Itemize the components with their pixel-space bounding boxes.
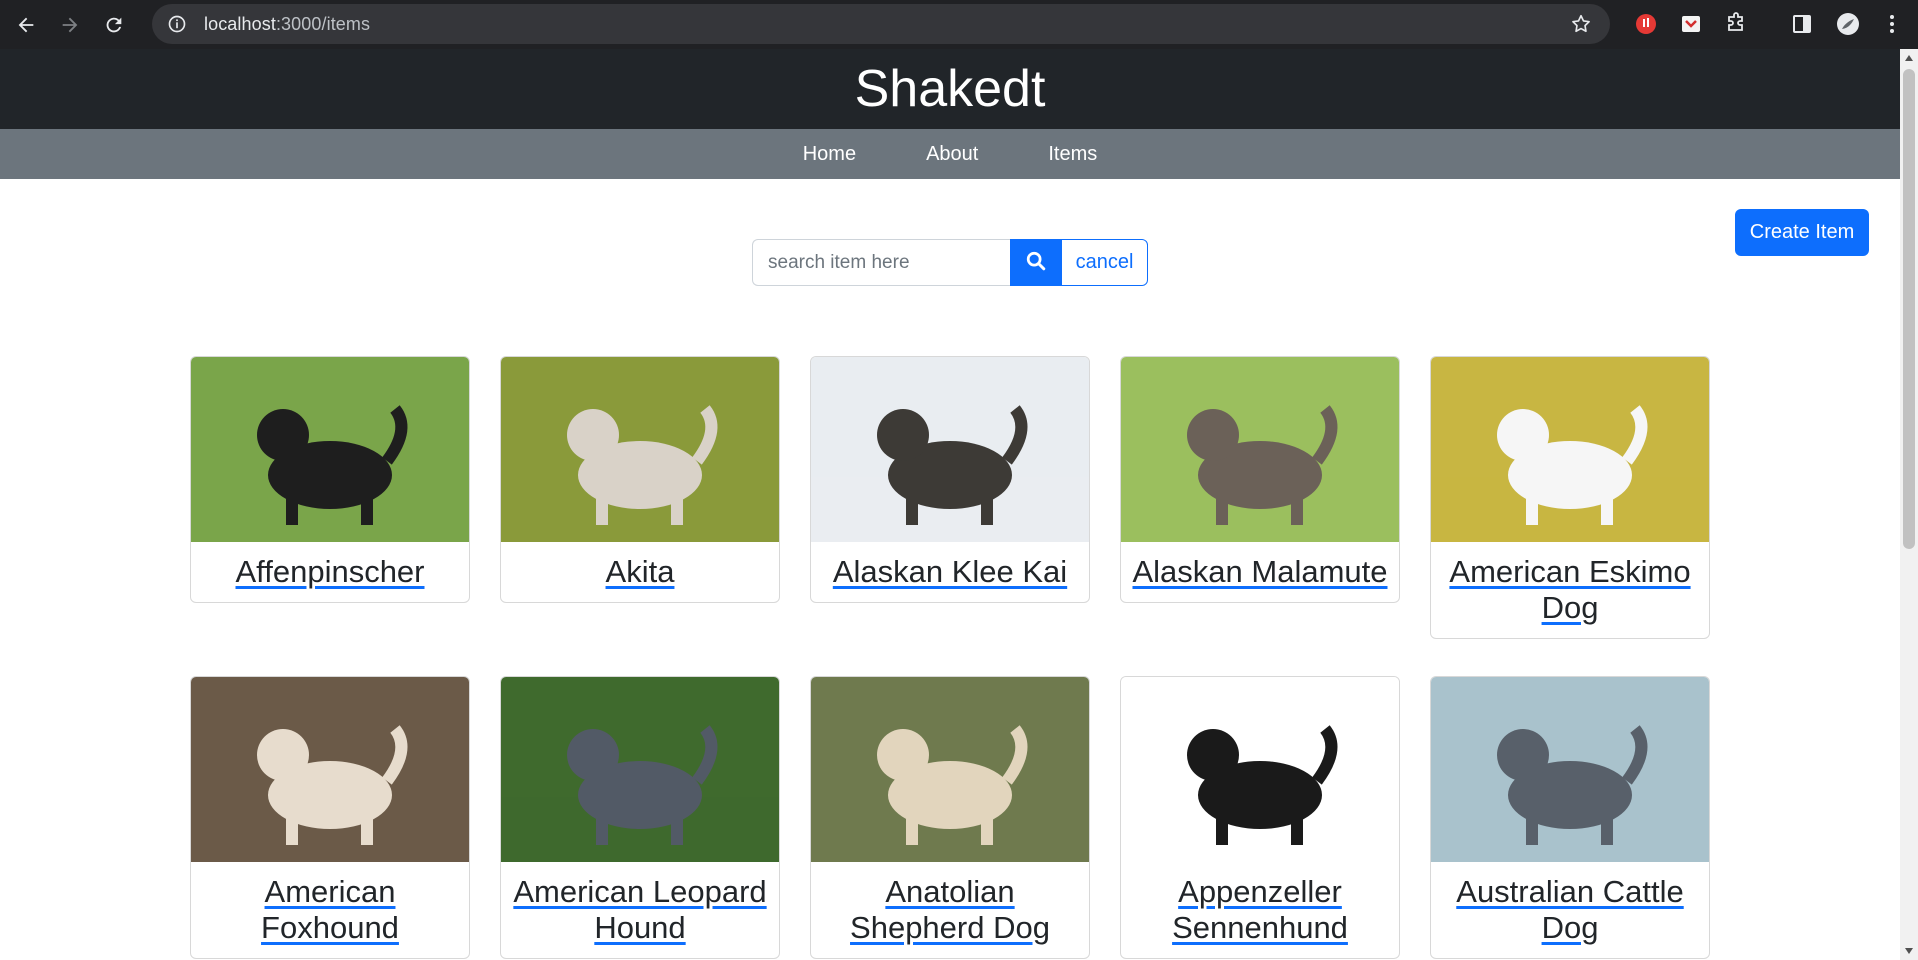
forward-icon[interactable]	[52, 7, 88, 43]
item-link[interactable]: American Foxhound	[261, 874, 399, 945]
browser-toolbar: localhost:3000/items	[0, 0, 1918, 49]
item-card: American Leopard Hound	[500, 676, 780, 959]
search-button[interactable]	[1010, 239, 1061, 286]
create-item-button[interactable]: Create Item	[1735, 209, 1869, 256]
item-image[interactable]	[811, 357, 1089, 542]
page-scrollbar[interactable]	[1900, 49, 1918, 960]
item-card: American Foxhound	[190, 676, 470, 959]
item-title: Alaskan Klee Kai	[811, 542, 1089, 602]
item-card: American Eskimo Dog	[1430, 356, 1710, 639]
item-card: Anatolian Shepherd Dog	[810, 676, 1090, 959]
item-card: Appenzeller Sennenhund	[1120, 676, 1400, 959]
item-title: American Eskimo Dog	[1431, 542, 1709, 638]
item-link[interactable]: American Leopard Hound	[513, 874, 766, 945]
item-link[interactable]: Australian Cattle Dog	[1456, 874, 1683, 945]
scrollbar-thumb[interactable]	[1903, 69, 1915, 549]
nav-items[interactable]: Items	[1048, 143, 1097, 166]
item-card: Akita	[500, 356, 780, 603]
item-image[interactable]	[191, 357, 469, 542]
search-group: cancel	[752, 239, 1148, 286]
item-title: Anatolian Shepherd Dog	[811, 862, 1089, 958]
item-image[interactable]	[501, 357, 779, 542]
back-icon[interactable]	[8, 7, 44, 43]
item-image[interactable]	[811, 677, 1089, 862]
extensions-puzzle-icon[interactable]	[1720, 8, 1752, 40]
search-input[interactable]	[752, 239, 1010, 286]
page: Shakedt Home About Items Create Item can…	[0, 49, 1900, 960]
item-title: Affenpinscher	[191, 542, 469, 602]
item-link[interactable]: Anatolian Shepherd Dog	[850, 874, 1050, 945]
item-link[interactable]: Alaskan Klee Kai	[833, 554, 1067, 589]
item-image[interactable]	[1431, 677, 1709, 862]
site-info-icon[interactable]	[166, 13, 188, 35]
menu-kebab-icon[interactable]	[1876, 8, 1908, 40]
item-image[interactable]	[191, 677, 469, 862]
item-title: Alaskan Malamute	[1121, 542, 1399, 602]
profile-avatar-icon[interactable]	[1832, 8, 1864, 40]
item-image[interactable]	[1121, 357, 1399, 542]
site-title: Shakedt	[854, 60, 1046, 118]
item-title: Akita	[501, 542, 779, 602]
item-card: Alaskan Malamute	[1120, 356, 1400, 603]
extension-pocket-icon[interactable]	[1675, 8, 1707, 40]
item-title: American Leopard Hound	[501, 862, 779, 958]
item-link[interactable]: Alaskan Malamute	[1132, 554, 1387, 589]
item-card: Alaskan Klee Kai	[810, 356, 1090, 603]
cancel-button[interactable]: cancel	[1061, 239, 1148, 286]
item-link[interactable]: American Eskimo Dog	[1449, 554, 1690, 625]
site-header: Shakedt	[0, 49, 1900, 129]
item-title: Australian Cattle Dog	[1431, 862, 1709, 958]
item-card: Affenpinscher	[190, 356, 470, 603]
nav-about[interactable]: About	[926, 143, 978, 166]
item-link[interactable]: Affenpinscher	[236, 554, 425, 589]
site-nav: Home About Items	[0, 129, 1900, 179]
item-image[interactable]	[1121, 677, 1399, 862]
extension-red-icon[interactable]	[1630, 8, 1662, 40]
item-title: Appenzeller Sennenhund	[1121, 862, 1399, 958]
scroll-down-arrow-icon[interactable]	[1905, 948, 1913, 954]
address-bar[interactable]: localhost:3000/items	[152, 4, 1610, 44]
side-panel-icon[interactable]	[1786, 8, 1818, 40]
search-icon	[1025, 250, 1047, 275]
scroll-up-arrow-icon[interactable]	[1905, 55, 1913, 61]
reload-icon[interactable]	[96, 7, 132, 43]
bookmark-star-icon[interactable]	[1570, 13, 1592, 35]
item-image[interactable]	[1431, 357, 1709, 542]
item-link[interactable]: Akita	[606, 554, 675, 589]
item-image[interactable]	[501, 677, 779, 862]
item-title: American Foxhound	[191, 862, 469, 958]
item-card: Australian Cattle Dog	[1430, 676, 1710, 959]
url-text: localhost:3000/items	[204, 13, 371, 34]
nav-home[interactable]: Home	[803, 143, 856, 166]
item-link[interactable]: Appenzeller Sennenhund	[1172, 874, 1348, 945]
